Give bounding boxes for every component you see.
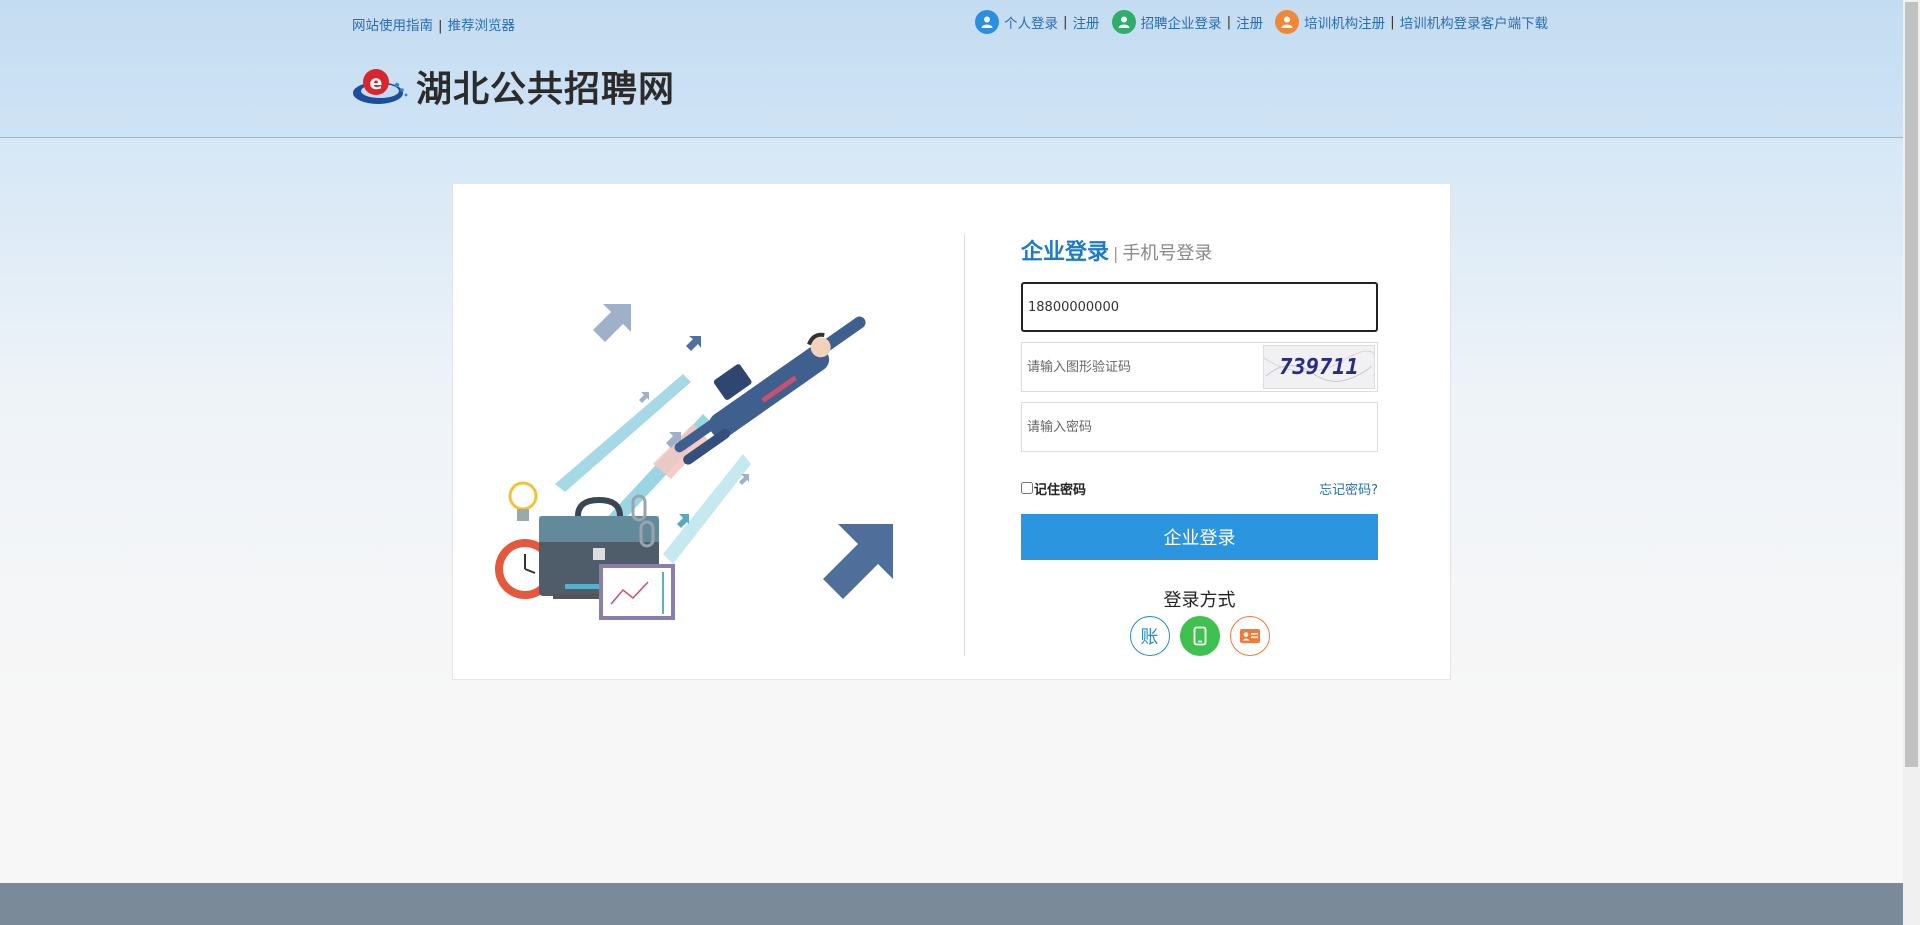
remember-checkbox[interactable] [1021,482,1033,494]
username-input[interactable] [1023,284,1376,330]
site-logo[interactable]: e 湖北公共招聘网 [352,60,675,112]
client-download-link[interactable]: 培训机构登录客户端下载 [1400,12,1549,32]
top-nav-right: 个人登录 | 注册 招聘企业登录 | 注册 培训机构注册 | 培训机构登录客户端… [975,10,1548,34]
account-login-button[interactable]: 账 [1129,616,1170,656]
logo-emblem-icon: e [353,69,408,104]
top-nav-left: 网站使用指南 | 推荐浏览器 [352,14,515,34]
vertical-scrollbar[interactable] [1903,0,1920,925]
phone-login-button[interactable] [1179,616,1220,656]
login-card: 企业登录 | 手机号登录 739711 记住密码 [452,183,1451,680]
site-guide-link[interactable]: 网站使用指南 [352,18,433,34]
scrollbar-thumb[interactable] [1905,2,1918,767]
company-login-button[interactable]: 企业登录 [1021,514,1378,560]
vertical-divider [964,234,965,656]
remember-label: 记住密码 [1034,482,1087,498]
captcha-image[interactable]: 739711 [1263,345,1375,389]
phone-icon [1193,626,1206,646]
password-field [1021,402,1378,452]
captcha-code: 739711 [1279,354,1359,380]
username-field [1021,282,1378,332]
login-methods: 账 [1021,616,1378,656]
personal-login-link[interactable]: 个人登录 [1004,12,1058,32]
login-illustration [493,264,893,638]
recommended-browser-link[interactable]: 推荐浏览器 [448,18,516,34]
captcha-field: 739711 [1021,342,1378,392]
tab-separator: | [1113,244,1119,263]
company-login-link[interactable]: 招聘企业登录 [1141,12,1222,32]
person-blue-icon [975,10,999,34]
company-register-link[interactable]: 注册 [1236,12,1263,32]
account-icon: 账 [1140,627,1159,648]
options-row: 记住密码 忘记密码? [1021,478,1378,498]
svg-text:e: e [370,72,383,94]
nav-separator: | [1390,14,1395,30]
person-green-icon [1111,10,1136,34]
nav-separator: | [1063,14,1068,30]
login-tabs: 企业登录 | 手机号登录 [1021,234,1378,268]
nav-separator: | [1226,14,1232,30]
training-register-link[interactable]: 培训机构注册 [1304,12,1385,32]
login-methods-title: 登录方式 [1163,590,1236,611]
password-input[interactable] [1022,403,1377,451]
nav-separator: | [438,18,443,34]
person-orange-icon [1275,10,1300,34]
header: 网站使用指南 | 推荐浏览器 个人登录 | 注册 招聘企业登录 | 注册 培训机构注… [0,0,1903,138]
footer [0,883,1903,925]
remember-password[interactable]: 记住密码 [1021,479,1086,498]
forgot-password-link[interactable]: 忘记密码? [1319,479,1378,498]
id-card-login-button[interactable] [1229,616,1270,656]
tab-company-login[interactable]: 企业登录 [1021,234,1109,266]
personal-register-link[interactable]: 注册 [1073,12,1100,32]
id-card-icon [1239,629,1260,643]
tab-phone-login[interactable]: 手机号登录 [1122,239,1212,265]
site-logo-text: 湖北公共招聘网 [416,68,676,110]
login-form: 企业登录 | 手机号登录 739711 记住密码 [1021,234,1378,656]
